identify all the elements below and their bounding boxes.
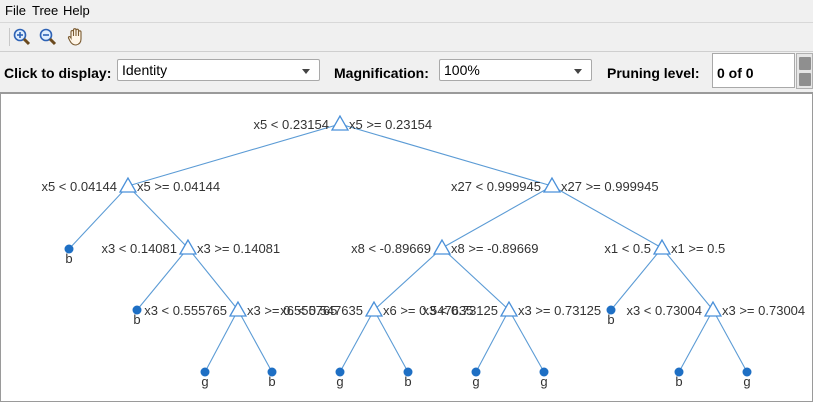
tree-edge — [508, 309, 545, 373]
magnification-dropdown[interactable]: 100% — [439, 59, 592, 81]
leaf-class-label: b — [675, 374, 682, 389]
tree-edge — [712, 309, 748, 373]
split-condition-right: x5 >= 0.04144 — [137, 179, 220, 194]
decision-tree: x5 < 0.23154 x5 >= 0.23154 x5 < 0.04144 x5 … — [41, 114, 805, 389]
leaf-class-label: g — [540, 374, 547, 389]
split-condition-left: x8 < -0.89669 — [351, 241, 431, 256]
menu-tree[interactable]: Tree — [32, 3, 58, 18]
tree-edge — [441, 185, 553, 249]
branch-node-icon[interactable] — [118, 176, 138, 193]
split-condition-left: x27 < 0.999945 — [451, 179, 541, 194]
leaf-class-label: b — [133, 312, 140, 327]
tree-edge — [678, 309, 714, 373]
leaf-class-label: g — [336, 374, 343, 389]
split-condition-right: x1 >= 0.5 — [671, 241, 725, 256]
split-condition-left: x5 < 0.23154 — [253, 117, 329, 132]
tree-edge — [661, 247, 714, 311]
tree-edge — [68, 185, 129, 250]
click-to-display-label: Click to display: — [4, 65, 112, 81]
split-condition-left: x3 < 0.14081 — [101, 241, 177, 256]
chevron-down-icon — [302, 69, 310, 74]
branch-node-icon[interactable] — [432, 238, 452, 255]
tree-edge — [127, 123, 341, 187]
pruning-level-value: 0 of 0 — [717, 65, 754, 81]
tree-canvas[interactable]: x5 < 0.23154 x5 >= 0.23154 x5 < 0.04144 x5 … — [0, 93, 813, 402]
branch-node-icon[interactable] — [703, 300, 723, 317]
branch-node-icon[interactable] — [330, 114, 350, 131]
menu-bar: File Tree Help — [0, 0, 813, 23]
branch-node-icon[interactable] — [228, 300, 248, 317]
chevron-down-icon — [574, 69, 582, 74]
prune-down-icon[interactable] — [799, 73, 811, 86]
leaf-class-label: g — [472, 374, 479, 389]
split-condition-right: x27 >= 0.999945 — [561, 179, 659, 194]
tree-edge — [373, 309, 409, 373]
split-condition-right: x8 >= -0.89669 — [451, 241, 538, 256]
menu-help[interactable]: Help — [63, 3, 90, 18]
magnification-label: Magnification: — [334, 65, 429, 81]
leaf-class-label: g — [201, 374, 208, 389]
pruning-level-field: 0 of 0 — [712, 53, 795, 88]
tree-edge — [373, 247, 443, 311]
leaf-class-label: b — [404, 374, 411, 389]
split-condition-left: x3 < 0.555765 — [144, 303, 227, 318]
tree-edge — [551, 185, 663, 249]
split-condition-left: x3 < 0.73004 — [626, 303, 702, 318]
tree-edge — [339, 309, 375, 373]
tree-edge — [237, 309, 273, 373]
leaf-class-label: b — [607, 312, 614, 327]
tree-edge — [475, 309, 510, 373]
prune-up-icon[interactable] — [799, 57, 811, 70]
tree-edge — [204, 309, 239, 373]
zoom-out-icon[interactable] — [37, 26, 59, 48]
pan-hand-icon[interactable] — [65, 26, 87, 48]
tree-edge — [136, 247, 189, 311]
split-condition-right: x3 >= 0.14081 — [197, 241, 280, 256]
tree-edge — [127, 185, 189, 249]
branch-node-icon[interactable] — [364, 300, 384, 317]
split-condition-right: x3 >= 0.73004 — [722, 303, 805, 318]
branch-node-icon[interactable] — [542, 176, 562, 193]
toolbar-separator — [9, 28, 10, 46]
menu-file[interactable]: File — [5, 3, 26, 18]
branch-node-icon[interactable] — [652, 238, 672, 255]
split-condition-left: x6 < 0.547635 — [280, 303, 363, 318]
leaf-class-label: g — [743, 374, 750, 389]
split-condition-left: x3 < 0.73125 — [422, 303, 498, 318]
tree-edge — [610, 247, 663, 311]
leaf-class-label: b — [268, 374, 275, 389]
click-to-display-value: Identity — [122, 62, 168, 78]
split-condition-right: x5 >= 0.23154 — [349, 117, 432, 132]
controls-panel: Click to display: Identity Magnification… — [0, 52, 813, 93]
pruning-level-slider[interactable] — [796, 53, 813, 89]
split-condition-left: x5 < 0.04144 — [41, 179, 117, 194]
zoom-in-icon[interactable] — [11, 26, 33, 48]
split-condition-left: x1 < 0.5 — [604, 241, 651, 256]
split-condition-right: x3 >= 0.73125 — [518, 303, 601, 318]
tree-edge — [339, 123, 553, 187]
toolbar — [0, 23, 813, 52]
magnification-value: 100% — [444, 62, 480, 78]
tree-edge — [441, 247, 510, 311]
tree-edge — [187, 247, 239, 311]
pruning-level-label: Pruning level: — [607, 65, 700, 81]
leaf-class-label: b — [65, 251, 72, 266]
click-to-display-dropdown[interactable]: Identity — [117, 59, 320, 81]
